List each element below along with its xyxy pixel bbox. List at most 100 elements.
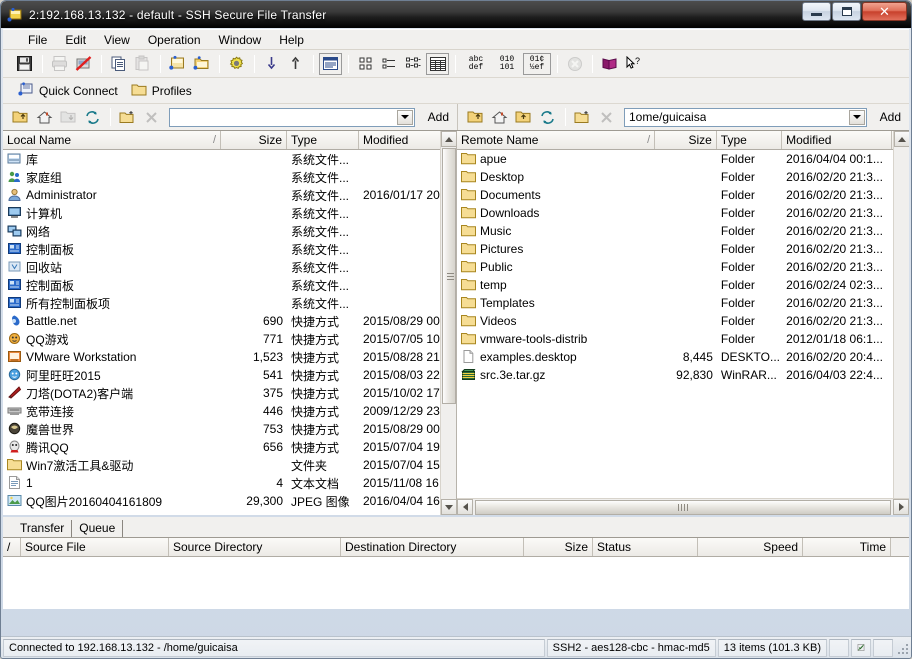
maximize-button[interactable]	[832, 2, 861, 21]
print-button[interactable]	[48, 53, 71, 75]
remote-scroll-right-button[interactable]	[893, 499, 909, 515]
table-row[interactable]: examples.desktop 8,445 DESKTO... 2016/02/20…	[457, 348, 909, 366]
binary-mode-icon[interactable]: 010 101	[492, 53, 522, 75]
remote-delete-button[interactable]	[595, 106, 618, 128]
table-row[interactable]: 家庭组 系统文件...	[3, 168, 456, 186]
list-view-icon[interactable]	[402, 53, 425, 75]
local-scroll-thumb[interactable]	[442, 148, 456, 404]
table-row[interactable]: 网络 系统文件...	[3, 222, 456, 240]
table-row[interactable]: 1 4 文本文档 2015/11/08 16:1...	[3, 474, 456, 492]
column-header-size[interactable]: Size	[524, 538, 593, 556]
table-row[interactable]: VMware Workstation 1,523 快捷方式 2015/08/28 21…	[3, 348, 456, 366]
table-row[interactable]: Administrator 系统文件... 2016/01/17 20:5...	[3, 186, 456, 204]
remote-up-button[interactable]	[464, 106, 487, 128]
column-header-remote-name[interactable]: Remote Name /	[457, 131, 656, 149]
table-row[interactable]: vmware-tools-distrib Folder 2012/01/18 06:…	[457, 330, 909, 348]
profiles-button[interactable]: Profiles	[126, 80, 200, 102]
remote-horizontal-scrollbar[interactable]	[457, 498, 909, 515]
table-row[interactable]: QQ图片20160404161809 29,300 JPEG 图像 2016/04/0…	[3, 492, 456, 510]
table-row[interactable]: DesktopFolder2016/02/20 21:3...d	[457, 168, 909, 186]
remote-home-button[interactable]	[488, 106, 511, 128]
column-header-source-directory[interactable]: Source Directory	[169, 538, 341, 556]
remote-new-folder-button[interactable]	[571, 106, 594, 128]
resize-grip[interactable]	[895, 641, 909, 655]
table-row[interactable]: src.3e.tar.gz 92,830 WinRAR... 2016/04/03 2…	[457, 366, 909, 384]
table-row[interactable]: DownloadsFolder2016/02/20 21:3...d	[457, 204, 909, 222]
local-home-button[interactable]	[33, 106, 56, 128]
stop-icon[interactable]	[563, 53, 586, 75]
table-row[interactable]: 库 系统文件...	[3, 150, 456, 168]
paste-button[interactable]	[131, 53, 154, 75]
local-scroll-up-button[interactable]	[441, 131, 456, 147]
local-vertical-scrollbar[interactable]	[440, 131, 456, 515]
upload-arrow-icon[interactable]	[284, 53, 307, 75]
table-row[interactable]: TemplatesFolder2016/02/20 21:3...d	[457, 294, 909, 312]
remote-path-combo[interactable]: 1ome/guicaisa	[624, 107, 867, 127]
small-icons-icon[interactable]	[378, 53, 401, 75]
table-row[interactable]: VideosFolder2016/02/20 21:3...d	[457, 312, 909, 330]
column-header-size[interactable]: Size	[221, 131, 287, 149]
table-row[interactable]: 腾讯QQ 656 快捷方式 2015/07/04 19:4...	[3, 438, 456, 456]
column-header-type[interactable]: Type	[716, 131, 783, 149]
table-row[interactable]: tempFolder2016/02/24 02:3...d	[457, 276, 909, 294]
local-path-combo[interactable]	[169, 107, 415, 127]
table-row[interactable]: DocumentsFolder2016/02/20 21:3...d	[457, 186, 909, 204]
details-view-icon[interactable]	[426, 52, 449, 75]
minimize-button[interactable]	[802, 2, 831, 21]
remote-back-button[interactable]	[512, 106, 535, 128]
local-file-list[interactable]: 库系统文件... 家庭组 系统文件... Administrator 系统文件... 20…	[3, 150, 456, 510]
table-row[interactable]: 阿里旺旺2015 541 快捷方式 2015/08/03 22:0...	[3, 366, 456, 384]
column-header-size[interactable]: Size	[655, 131, 717, 149]
tab-queue[interactable]: Queue	[72, 520, 124, 537]
menu-view[interactable]: View	[95, 31, 139, 49]
table-row[interactable]: PublicFolder2016/02/20 21:3...d	[457, 258, 909, 276]
table-row[interactable]: 所有控制面板项 系统文件...	[3, 294, 456, 312]
local-up-button[interactable]	[9, 106, 32, 128]
quick-connect-button[interactable]: Quick Connect	[13, 80, 126, 102]
disconnect-button[interactable]	[72, 53, 95, 75]
remote-scroll-left-button[interactable]	[457, 499, 473, 515]
column-header-modified[interactable]: Modified	[359, 131, 441, 149]
remote-path-dropdown-arrow[interactable]	[848, 109, 865, 125]
local-path-dropdown-arrow[interactable]	[396, 109, 413, 125]
copy-button[interactable]	[107, 53, 130, 75]
local-back-button[interactable]	[57, 106, 80, 128]
window-icon[interactable]	[319, 52, 342, 75]
menu-edit[interactable]: Edit	[56, 31, 95, 49]
menu-window[interactable]: Window	[210, 31, 271, 49]
column-header-[interactable]: /	[3, 538, 21, 556]
table-row[interactable]: Win7激活工具&驱动 文件夹 2015/07/04 15:5...	[3, 456, 456, 474]
table-row[interactable]: 魔兽世界 753 快捷方式 2015/08/29 00:1...	[3, 420, 456, 438]
remote-add-button[interactable]: Add	[872, 110, 909, 124]
column-header-status[interactable]: Status	[593, 538, 698, 556]
close-button[interactable]: ✕	[862, 2, 907, 21]
table-row[interactable]: 回收站 系统文件...	[3, 258, 456, 276]
local-new-folder-button[interactable]	[116, 106, 139, 128]
table-row[interactable]: QQ游戏 771 快捷方式 2015/07/05 10:5...	[3, 330, 456, 348]
column-header-modified[interactable]: Modified	[782, 131, 892, 149]
table-row[interactable]: 计算机 系统文件...	[3, 204, 456, 222]
menu-operation[interactable]: Operation	[139, 31, 210, 49]
local-refresh-button[interactable]	[81, 106, 104, 128]
gear-icon[interactable]	[225, 53, 248, 75]
save-button[interactable]	[13, 53, 36, 75]
new-file-transfer-button[interactable]	[166, 53, 189, 75]
local-delete-button[interactable]	[140, 106, 163, 128]
ascii-mode-icon[interactable]: abc def	[461, 53, 491, 75]
table-row[interactable]: MusicFolder2016/02/20 21:3...d	[457, 222, 909, 240]
arrow-question-icon[interactable]: ?	[622, 53, 645, 75]
column-header-time[interactable]: Time	[803, 538, 891, 556]
table-row[interactable]: apueFolder2016/04/04 00:1...d	[457, 150, 909, 168]
auto-mode-icon[interactable]: 01¢ ½ef	[523, 52, 551, 75]
large-icons-icon[interactable]	[354, 53, 377, 75]
tab-transfer[interactable]: Transfer	[13, 520, 73, 537]
download-arrow-icon[interactable]	[260, 53, 283, 75]
local-scroll-down-button[interactable]	[441, 499, 456, 515]
remote-refresh-button[interactable]	[536, 106, 559, 128]
column-header-destination-directory[interactable]: Destination Directory	[341, 538, 524, 556]
table-row[interactable]: 控制面板 系统文件...	[3, 276, 456, 294]
help-book-icon[interactable]	[598, 53, 621, 75]
local-add-button[interactable]: Add	[420, 110, 457, 124]
menu-file[interactable]: File	[19, 31, 56, 49]
column-header-local-name[interactable]: Local Name /	[3, 131, 221, 149]
